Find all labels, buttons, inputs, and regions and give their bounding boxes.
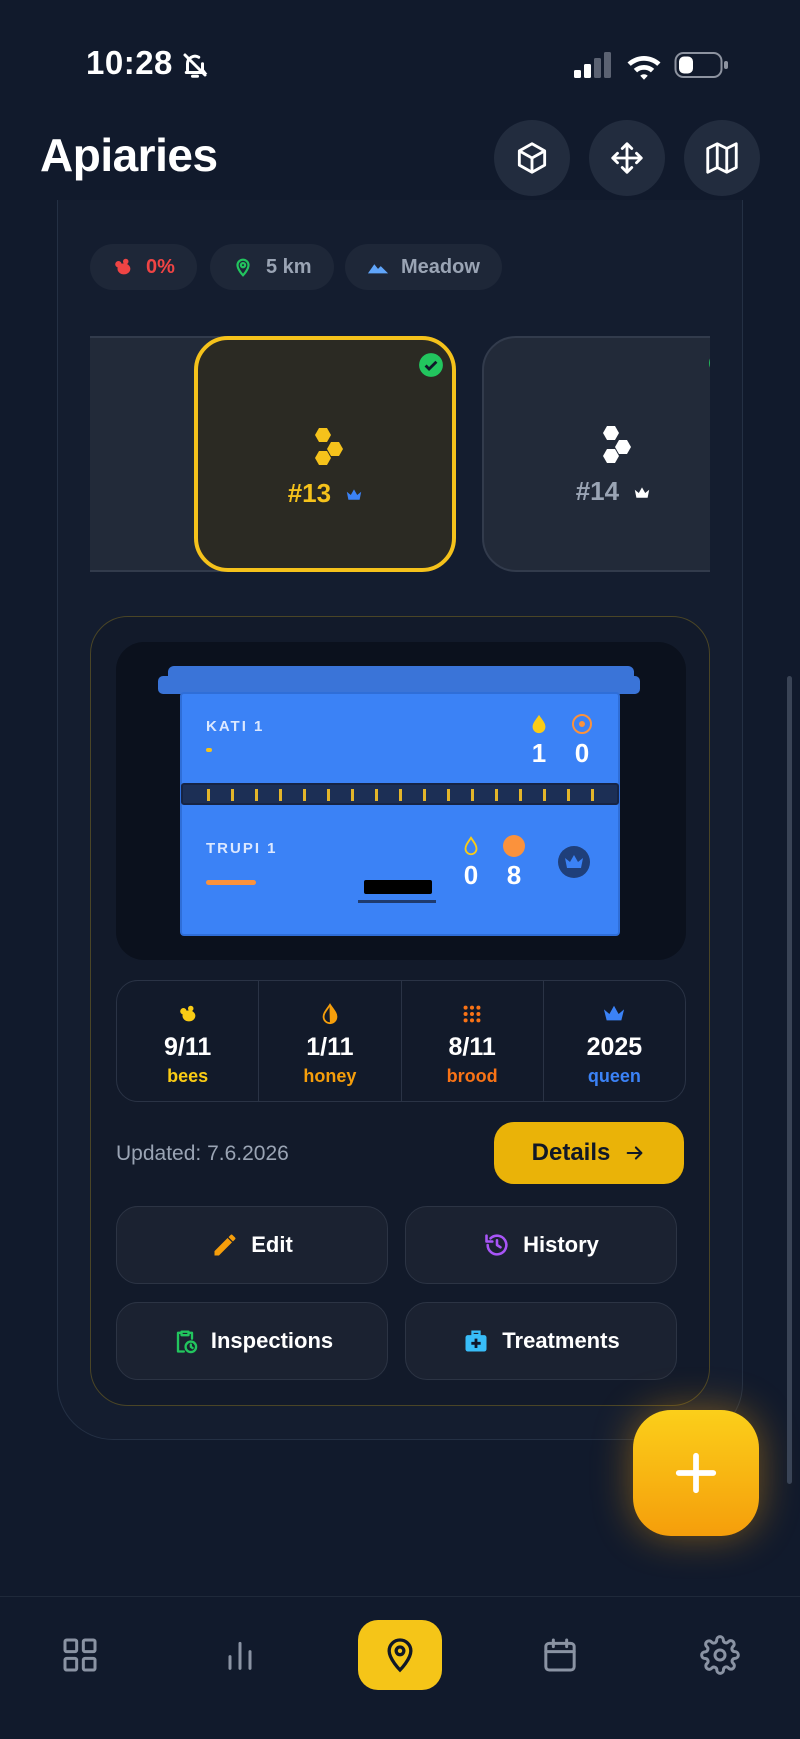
calendar-icon (544, 1638, 576, 1672)
pencil-icon (214, 1234, 236, 1256)
upper-box-brood: 0 (574, 738, 590, 768)
honeycomb-icon (603, 426, 631, 463)
nav-item-calendar[interactable] (518, 1620, 602, 1690)
details-button[interactable]: Details (494, 1122, 684, 1184)
crown-icon (635, 487, 650, 498)
queen-badge-icon (558, 846, 590, 878)
crown-icon (347, 489, 362, 500)
lower-box-brood: 8 (506, 860, 522, 890)
treatments-button[interactable]: Treatments (405, 1302, 677, 1380)
stat-label: brood (446, 1066, 498, 1086)
check-circle-icon (419, 353, 443, 377)
chip-label: Meadow (401, 255, 480, 278)
location-pin-icon (387, 1638, 413, 1673)
history-icon (485, 1234, 508, 1256)
inspections-button-label: Inspections (210, 1328, 334, 1353)
battery-icon (674, 52, 728, 78)
bell-off-icon (183, 53, 208, 78)
honey-drop-icon (322, 1003, 338, 1025)
move-button[interactable] (589, 120, 665, 196)
history-button-label: History (523, 1232, 599, 1257)
wifi-icon (627, 56, 661, 80)
honey-drop-outline-icon (464, 836, 478, 856)
history-button[interactable]: History (405, 1206, 677, 1284)
map-icon (706, 142, 738, 174)
bee-icon (179, 1005, 195, 1022)
hive-entrance (364, 880, 432, 894)
nav-item-statistics[interactable] (198, 1620, 282, 1690)
page-title: Apiaries (40, 129, 218, 181)
target-circle-icon (572, 714, 592, 734)
hive-tile-14[interactable]: #14 (482, 336, 710, 572)
clipboard-clock-icon (176, 1330, 198, 1354)
arrow-right-icon (627, 1146, 643, 1160)
location-pin-icon (236, 258, 250, 277)
grid-icon (63, 1638, 97, 1672)
hive-frame-separator (181, 783, 619, 805)
plus-icon (675, 1452, 717, 1494)
bar-chart-icon (228, 1641, 252, 1670)
cube-button[interactable] (494, 120, 570, 196)
stat-label: queen (587, 1066, 641, 1086)
stat-honey: 1/11 honey (259, 981, 402, 1101)
treatments-button-label: Treatments (502, 1328, 620, 1353)
lower-box-honey: 0 (463, 860, 479, 890)
mountain-icon (367, 264, 389, 274)
cube-icon (517, 142, 547, 174)
lower-box-name: TRUPI 1 (206, 840, 278, 857)
bee-icon (115, 258, 131, 275)
move-icon (611, 142, 643, 174)
upper-box-name: KATI 1 (206, 718, 265, 735)
updated-date: Updated: 7.6.2026 (116, 1142, 289, 1165)
crown-icon (604, 1005, 625, 1021)
stat-queen: 2025 queen (544, 981, 685, 1101)
honeycomb-icon (315, 428, 343, 465)
hive-carousel[interactable]: #13 #14 (90, 336, 710, 574)
hive-stats: 9/11 bees 1/11 honey 8/11 brood 2025 que… (116, 980, 686, 1102)
brood-grid-icon (463, 1005, 481, 1023)
stat-label: honey (303, 1066, 357, 1086)
brood-dot-icon (503, 835, 525, 857)
details-button-label: Details (531, 1139, 611, 1166)
chip-distance: 5 km (210, 244, 334, 290)
inspections-button[interactable]: Inspections (116, 1302, 388, 1380)
scrollbar[interactable] (787, 676, 792, 1484)
chip-terrain: Meadow (345, 244, 502, 290)
stat-value: 2025 (586, 1033, 643, 1061)
stat-value: 1/11 (306, 1033, 354, 1061)
chip-infestation: 0% (90, 244, 197, 290)
stat-label: bees (167, 1066, 209, 1086)
edit-button-label: Edit (251, 1232, 293, 1257)
lower-box-indicator (206, 880, 256, 885)
nav-item-apiaries[interactable] (358, 1620, 442, 1690)
add-button[interactable] (633, 1410, 759, 1536)
edit-button[interactable]: Edit (116, 1206, 388, 1284)
honey-drop-icon (532, 714, 546, 734)
signal-icon (574, 52, 611, 78)
hive-tile-13[interactable]: #13 (194, 336, 456, 572)
hive-tile-label: #14 (484, 476, 710, 507)
chip-label: 0% (146, 255, 175, 278)
map-button[interactable] (684, 120, 760, 196)
chip-label: 5 km (266, 255, 312, 278)
upper-box-honey: 1 (531, 738, 547, 768)
nav-item-dashboard[interactable] (38, 1620, 122, 1690)
medkit-icon (465, 1330, 487, 1352)
stat-value: 8/11 (448, 1033, 496, 1061)
nav-item-settings[interactable] (678, 1620, 762, 1690)
hive-tile-label: #13 (198, 478, 452, 509)
stat-value: 9/11 (163, 1033, 212, 1061)
check-circle-icon (709, 358, 710, 368)
hive-landing-board (358, 900, 436, 903)
stat-brood: 8/11 brood (402, 981, 544, 1101)
gear-icon (700, 1635, 740, 1675)
stat-bees: 9/11 bees (117, 981, 260, 1101)
status-time: 10:28 (86, 44, 173, 81)
upper-box-indicator (206, 748, 212, 752)
